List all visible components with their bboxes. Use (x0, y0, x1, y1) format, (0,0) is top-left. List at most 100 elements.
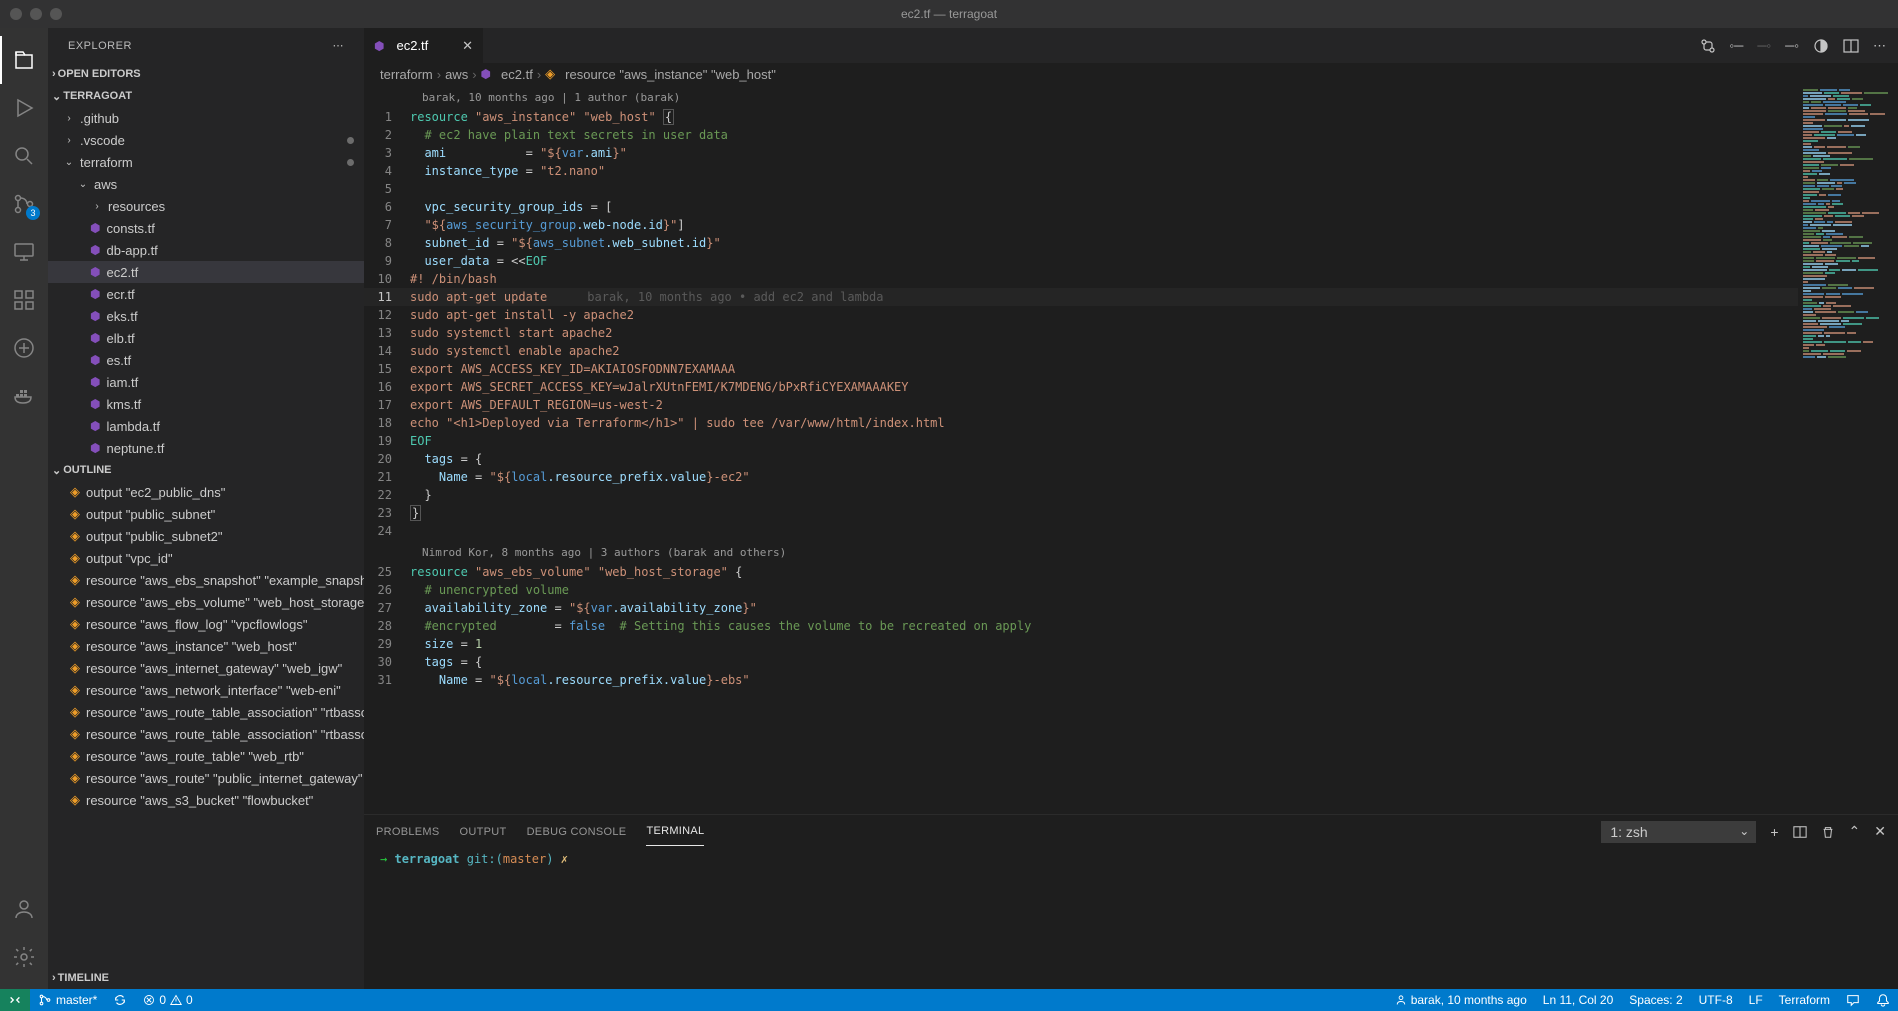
tab-ec2-tf[interactable]: ⬢ ec2.tf ✕ (364, 28, 484, 63)
terraform-file-icon: ⬢ (90, 397, 100, 411)
minimize-window-icon[interactable] (30, 8, 42, 20)
tab-debug-console[interactable]: DEBUG CONSOLE (527, 818, 627, 846)
symbol-icon: ◈ (70, 572, 80, 588)
outline-item[interactable]: ◈output "ec2_public_dns" (48, 481, 364, 503)
tab-terminal[interactable]: TERMINAL (646, 817, 704, 846)
language-status[interactable]: Terraform (1771, 993, 1838, 1007)
remote-indicator[interactable] (0, 989, 30, 1011)
open-editors-section[interactable]: ›OPEN EDITORS (48, 63, 364, 85)
outline-item[interactable]: ◈resource "aws_route_table_association" … (48, 723, 364, 745)
symbol-icon: ◈ (70, 792, 80, 808)
sidebar-more-icon[interactable]: ⋯ (333, 39, 345, 52)
docker-icon[interactable] (0, 372, 48, 420)
breadcrumb-folder[interactable]: aws (445, 67, 468, 82)
new-terminal-icon[interactable]: + (1770, 824, 1778, 840)
tree-file[interactable]: ⬢db-app.tf (48, 239, 364, 261)
remote-explorer-icon[interactable] (0, 228, 48, 276)
split-editor-icon[interactable] (1843, 38, 1859, 54)
breadcrumb-symbol[interactable]: resource "aws_instance" "web_host" (565, 67, 776, 82)
outline-item[interactable]: ◈resource "aws_route" "public_internet_g… (48, 767, 364, 789)
minimap[interactable] (1798, 85, 1898, 814)
close-tab-icon[interactable]: ✕ (462, 38, 473, 54)
close-panel-icon[interactable]: ✕ (1874, 823, 1886, 840)
tree-file[interactable]: ⬢lambda.tf (48, 415, 364, 437)
outline-item[interactable]: ◈resource "aws_ebs_volume" "web_host_sto… (48, 591, 364, 613)
outline-item[interactable]: ◈resource "aws_flow_log" "vpcflowlogs" (48, 613, 364, 635)
source-control-icon[interactable]: 3 (0, 180, 48, 228)
search-icon[interactable] (0, 132, 48, 180)
workspace-section[interactable]: ⌄TERRAGOAT (48, 85, 364, 107)
tree-file[interactable]: ⬢kms.tf (48, 393, 364, 415)
split-terminal-icon[interactable] (1793, 825, 1807, 839)
tab-problems[interactable]: PROBLEMS (376, 818, 440, 846)
editor-more-icon[interactable]: ⋯ (1873, 38, 1886, 54)
git-compare-icon[interactable] (1700, 38, 1716, 54)
terraform-file-icon: ⬢ (90, 353, 100, 367)
cursor-position[interactable]: Ln 11, Col 20 (1535, 993, 1622, 1007)
live-share-icon[interactable] (0, 324, 48, 372)
outline-item[interactable]: ◈output "public_subnet2" (48, 525, 364, 547)
tree-folder[interactable]: ⌄terraform (48, 151, 364, 173)
outline-item[interactable]: ◈resource "aws_route_table_association" … (48, 701, 364, 723)
outline-item[interactable]: ◈resource "aws_ebs_snapshot" "example_sn… (48, 569, 364, 591)
tree-folder[interactable]: ›resources (48, 195, 364, 217)
terminal[interactable]: → terragoat git:(master) ✗ (364, 848, 1898, 989)
tree-file[interactable]: ⬢neptune.tf (48, 437, 364, 459)
terraform-file-icon: ⬢ (90, 221, 100, 235)
tab-output[interactable]: OUTPUT (460, 818, 507, 846)
outline-item[interactable]: ◈resource "aws_network_interface" "web-e… (48, 679, 364, 701)
codelens[interactable]: Nimrod Kor, 8 months ago | 3 authors (ba… (364, 544, 1798, 562)
breadcrumb-file[interactable]: ec2.tf (501, 67, 533, 82)
branch-status[interactable]: master* (30, 989, 105, 1011)
maximize-panel-icon[interactable]: ⌃ (1849, 823, 1861, 840)
git-prev-icon[interactable]: ◦─ (1730, 38, 1744, 53)
tree-folder[interactable]: ⌄aws (48, 173, 364, 195)
outline-item[interactable]: ◈output "public_subnet" (48, 503, 364, 525)
toggle-icon[interactable] (1813, 38, 1829, 54)
breadcrumb[interactable]: terraform › aws › ⬢ ec2.tf › ◈ resource … (364, 63, 1898, 85)
problems-status[interactable]: 0 0 (135, 989, 200, 1011)
outline-label: OUTLINE (63, 464, 111, 476)
blame-status[interactable]: barak, 10 months ago (1387, 993, 1535, 1007)
feedback-icon[interactable] (1838, 993, 1868, 1007)
status-bar: master* 0 0 barak, 10 months ago Ln 11, … (0, 989, 1898, 1011)
timeline-section[interactable]: ›TIMELINE (48, 967, 364, 989)
kill-terminal-icon[interactable] (1821, 825, 1835, 839)
outline-section-header[interactable]: ⌄OUTLINE (48, 459, 364, 481)
outline-item[interactable]: ◈resource "aws_s3_bucket" "flowbucket" (48, 789, 364, 811)
settings-gear-icon[interactable] (0, 933, 48, 981)
git-next-icon[interactable]: ─◦ (1785, 38, 1799, 53)
tree-file[interactable]: ⬢iam.tf (48, 371, 364, 393)
terraform-file-icon: ⬢ (374, 39, 384, 53)
tree-file[interactable]: ⬢eks.tf (48, 305, 364, 327)
maximize-window-icon[interactable] (50, 8, 62, 20)
outline-item[interactable]: ◈resource "aws_internet_gateway" "web_ig… (48, 657, 364, 679)
tree-file[interactable]: ⬢ec2.tf (48, 261, 364, 283)
code-editor[interactable]: barak, 10 months ago | 1 author (barak) … (364, 85, 1798, 814)
activity-bar: 3 (0, 28, 48, 989)
terminal-selector[interactable]: 1: zsh (1601, 821, 1756, 843)
tree-folder[interactable]: ›.github (48, 107, 364, 129)
tree-file[interactable]: ⬢elb.tf (48, 327, 364, 349)
tree-folder[interactable]: ›.vscode (48, 129, 364, 151)
run-debug-icon[interactable] (0, 84, 48, 132)
encoding-status[interactable]: UTF-8 (1691, 993, 1741, 1007)
indentation-status[interactable]: Spaces: 2 (1621, 993, 1690, 1007)
codelens[interactable]: barak, 10 months ago | 1 author (barak) (364, 89, 1798, 107)
notifications-icon[interactable] (1868, 993, 1898, 1007)
outline-item[interactable]: ◈output "vpc_id" (48, 547, 364, 569)
panel-tabs: PROBLEMS OUTPUT DEBUG CONSOLE TERMINAL 1… (364, 815, 1898, 848)
close-window-icon[interactable] (10, 8, 22, 20)
sync-status[interactable] (105, 989, 135, 1011)
tree-file[interactable]: ⬢consts.tf (48, 217, 364, 239)
explorer-icon[interactable] (0, 36, 48, 84)
accounts-icon[interactable] (0, 885, 48, 933)
modified-dot-icon (347, 159, 354, 166)
extensions-icon[interactable] (0, 276, 48, 324)
tree-file[interactable]: ⬢es.tf (48, 349, 364, 371)
breadcrumb-folder[interactable]: terraform (380, 67, 433, 82)
eol-status[interactable]: LF (1741, 993, 1771, 1007)
tree-file[interactable]: ⬢ecr.tf (48, 283, 364, 305)
outline-item[interactable]: ◈resource "aws_instance" "web_host" (48, 635, 364, 657)
outline-item[interactable]: ◈resource "aws_route_table" "web_rtb" (48, 745, 364, 767)
